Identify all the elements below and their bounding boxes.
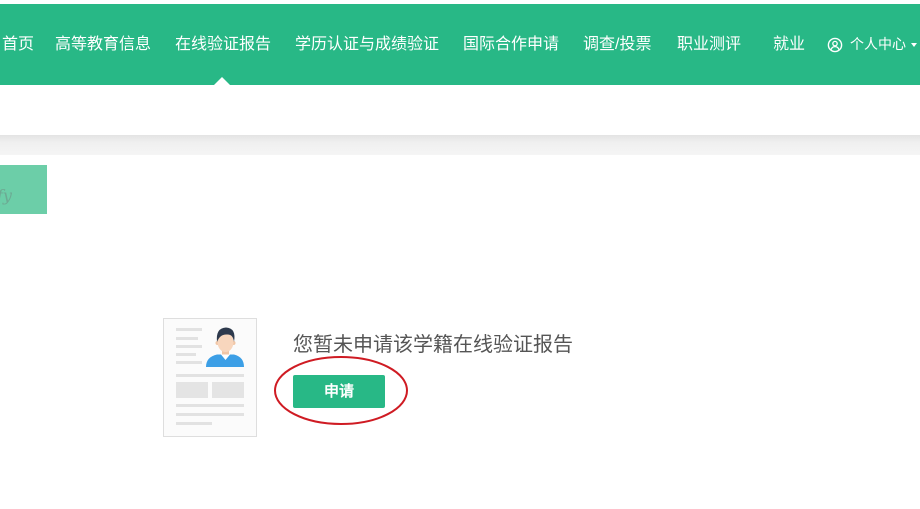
- page-divider: [0, 135, 920, 155]
- avatar: [206, 327, 244, 367]
- side-badge: fy: [0, 165, 47, 214]
- nav-item-user-center[interactable]: 个人中心: [850, 4, 906, 85]
- nav-item-career-assessment[interactable]: 职业测评: [677, 4, 741, 85]
- nav-item-degree-certification[interactable]: 学历认证与成绩验证: [295, 4, 439, 85]
- top-navigation-bar: 首页 高等教育信息 在线验证报告 学历认证与成绩验证 国际合作申请 调查/投票 …: [0, 4, 920, 85]
- nav-item-higher-education-info[interactable]: 高等教育信息: [55, 4, 151, 85]
- apply-button[interactable]: 申请: [293, 375, 385, 408]
- nav-item-online-verification-report[interactable]: 在线验证报告: [175, 4, 271, 85]
- report-illustration-card: [163, 318, 257, 437]
- active-tab-indicator: [214, 77, 230, 85]
- nav-item-international-cooperation[interactable]: 国际合作申请: [463, 4, 559, 85]
- nav-item-employment[interactable]: 就业: [773, 4, 805, 85]
- resume-document-icon: [176, 327, 244, 425]
- nav-item-home[interactable]: 首页: [2, 4, 34, 85]
- nav-item-survey-vote[interactable]: 调查/投票: [583, 4, 651, 85]
- user-circle-icon[interactable]: [827, 37, 843, 53]
- badge-text: fy: [0, 186, 12, 205]
- empty-state-message: 您暂未申请该学籍在线验证报告: [293, 334, 573, 356]
- caret-down-icon[interactable]: [911, 43, 917, 47]
